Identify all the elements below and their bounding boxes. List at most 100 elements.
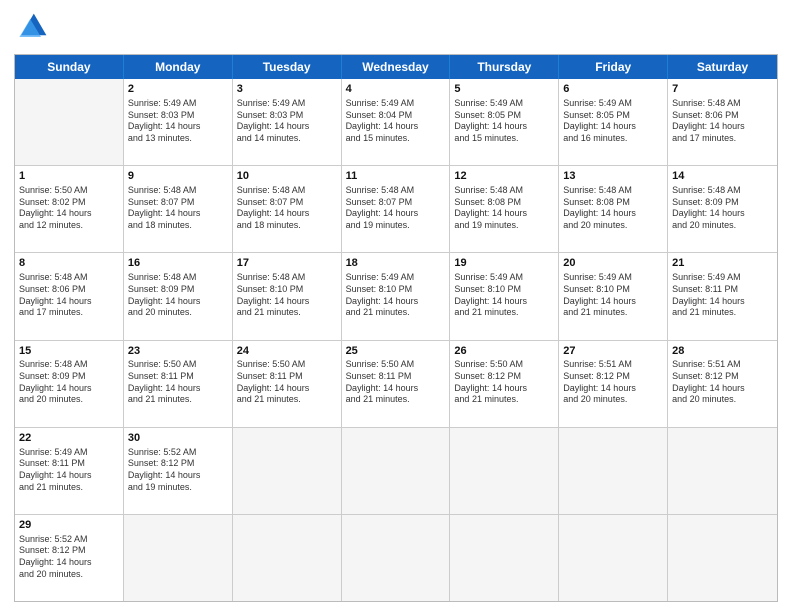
header-thursday: Thursday [450,55,559,79]
cell-line: Sunset: 8:10 PM [454,284,554,296]
day-number: 23 [128,344,228,359]
cell-line: Sunrise: 5:49 AM [454,272,554,284]
cell-line: Sunset: 8:09 PM [672,197,773,209]
cell-line: Sunset: 8:06 PM [672,110,773,122]
cell-line: and 15 minutes. [454,133,554,145]
cell-line: Sunset: 8:07 PM [346,197,446,209]
day-number: 19 [454,256,554,271]
cell-line: Daylight: 14 hours [128,296,228,308]
cell-line: Sunrise: 5:49 AM [346,272,446,284]
cal-cell [342,515,451,601]
cal-cell: 9Sunrise: 5:48 AMSunset: 8:07 PMDaylight… [124,166,233,252]
cell-line: Sunrise: 5:49 AM [454,98,554,110]
day-number: 4 [346,82,446,97]
cal-row-5: 29Sunrise: 5:52 AMSunset: 8:12 PMDayligh… [15,514,777,601]
cell-line: Sunrise: 5:48 AM [672,185,773,197]
cell-line: Sunrise: 5:52 AM [19,534,119,546]
cell-line: Daylight: 14 hours [563,383,663,395]
cal-cell: 21Sunrise: 5:49 AMSunset: 8:11 PMDayligh… [668,253,777,339]
day-number: 12 [454,169,554,184]
cell-line: and 21 minutes. [237,394,337,406]
cell-line: Sunrise: 5:48 AM [237,272,337,284]
cell-line: and 21 minutes. [346,307,446,319]
cell-line: and 16 minutes. [563,133,663,145]
cell-line: Sunrise: 5:48 AM [563,185,663,197]
cell-line: and 21 minutes. [237,307,337,319]
cell-line: Sunrise: 5:48 AM [19,359,119,371]
cell-line: Sunrise: 5:49 AM [563,98,663,110]
day-number: 20 [563,256,663,271]
cell-line: Daylight: 14 hours [672,208,773,220]
header [14,10,778,46]
day-number: 1 [19,169,119,184]
cell-line: Daylight: 14 hours [237,121,337,133]
header-wednesday: Wednesday [342,55,451,79]
cell-line: Sunset: 8:12 PM [672,371,773,383]
cell-line: Sunset: 8:11 PM [128,371,228,383]
cell-line: Sunset: 8:11 PM [672,284,773,296]
cal-cell [342,428,451,514]
day-number: 14 [672,169,773,184]
cell-line: Sunset: 8:08 PM [563,197,663,209]
cal-cell: 13Sunrise: 5:48 AMSunset: 8:08 PMDayligh… [559,166,668,252]
cell-line: and 20 minutes. [672,394,773,406]
cell-line: Sunrise: 5:51 AM [563,359,663,371]
cell-line: Sunrise: 5:49 AM [346,98,446,110]
cell-line: Sunrise: 5:51 AM [672,359,773,371]
cell-line: Daylight: 14 hours [346,296,446,308]
cal-cell [450,428,559,514]
day-number: 24 [237,344,337,359]
cell-line: Sunset: 8:03 PM [237,110,337,122]
cal-cell: 15Sunrise: 5:48 AMSunset: 8:09 PMDayligh… [15,341,124,427]
cell-line: and 21 minutes. [19,482,119,494]
cell-line: Sunrise: 5:50 AM [237,359,337,371]
cell-line: Sunset: 8:12 PM [128,458,228,470]
cell-line: Sunset: 8:12 PM [19,545,119,557]
cell-line: Sunset: 8:12 PM [454,371,554,383]
day-number: 26 [454,344,554,359]
cell-line: Sunrise: 5:49 AM [563,272,663,284]
cal-cell [124,515,233,601]
cell-line: Sunset: 8:10 PM [563,284,663,296]
cell-line: and 20 minutes. [563,394,663,406]
cell-line: Sunrise: 5:50 AM [346,359,446,371]
cell-line: Sunrise: 5:50 AM [19,185,119,197]
day-number: 21 [672,256,773,271]
cal-cell: 29Sunrise: 5:52 AMSunset: 8:12 PMDayligh… [15,515,124,601]
cell-line: Sunset: 8:09 PM [19,371,119,383]
cell-line: Daylight: 14 hours [346,121,446,133]
cal-cell [559,428,668,514]
cell-line: and 13 minutes. [128,133,228,145]
cell-line: Sunrise: 5:50 AM [454,359,554,371]
cal-cell [233,515,342,601]
cell-line: and 18 minutes. [237,220,337,232]
cell-line: Daylight: 14 hours [454,296,554,308]
cell-line: Daylight: 14 hours [128,470,228,482]
cal-cell: 19Sunrise: 5:49 AMSunset: 8:10 PMDayligh… [450,253,559,339]
cell-line: and 17 minutes. [19,307,119,319]
cell-line: Sunrise: 5:48 AM [346,185,446,197]
cell-line: Sunrise: 5:52 AM [128,447,228,459]
cal-cell [15,79,124,165]
header-sunday: Sunday [15,55,124,79]
day-number: 29 [19,518,119,533]
cal-cell: 14Sunrise: 5:48 AMSunset: 8:09 PMDayligh… [668,166,777,252]
day-number: 22 [19,431,119,446]
cell-line: Daylight: 14 hours [237,383,337,395]
cell-line: Sunset: 8:12 PM [563,371,663,383]
day-number: 15 [19,344,119,359]
cal-row-4: 22Sunrise: 5:49 AMSunset: 8:11 PMDayligh… [15,427,777,514]
cell-line: Daylight: 14 hours [454,121,554,133]
cal-cell: 8Sunrise: 5:48 AMSunset: 8:06 PMDaylight… [15,253,124,339]
cell-line: Sunset: 8:03 PM [128,110,228,122]
cal-cell: 4Sunrise: 5:49 AMSunset: 8:04 PMDaylight… [342,79,451,165]
cell-line: Daylight: 14 hours [346,208,446,220]
cal-cell: 5Sunrise: 5:49 AMSunset: 8:05 PMDaylight… [450,79,559,165]
day-number: 27 [563,344,663,359]
logo [14,10,54,46]
cell-line: and 19 minutes. [346,220,446,232]
cell-line: Sunset: 8:10 PM [237,284,337,296]
cal-cell: 24Sunrise: 5:50 AMSunset: 8:11 PMDayligh… [233,341,342,427]
cell-line: Sunrise: 5:48 AM [128,272,228,284]
cal-cell [450,515,559,601]
